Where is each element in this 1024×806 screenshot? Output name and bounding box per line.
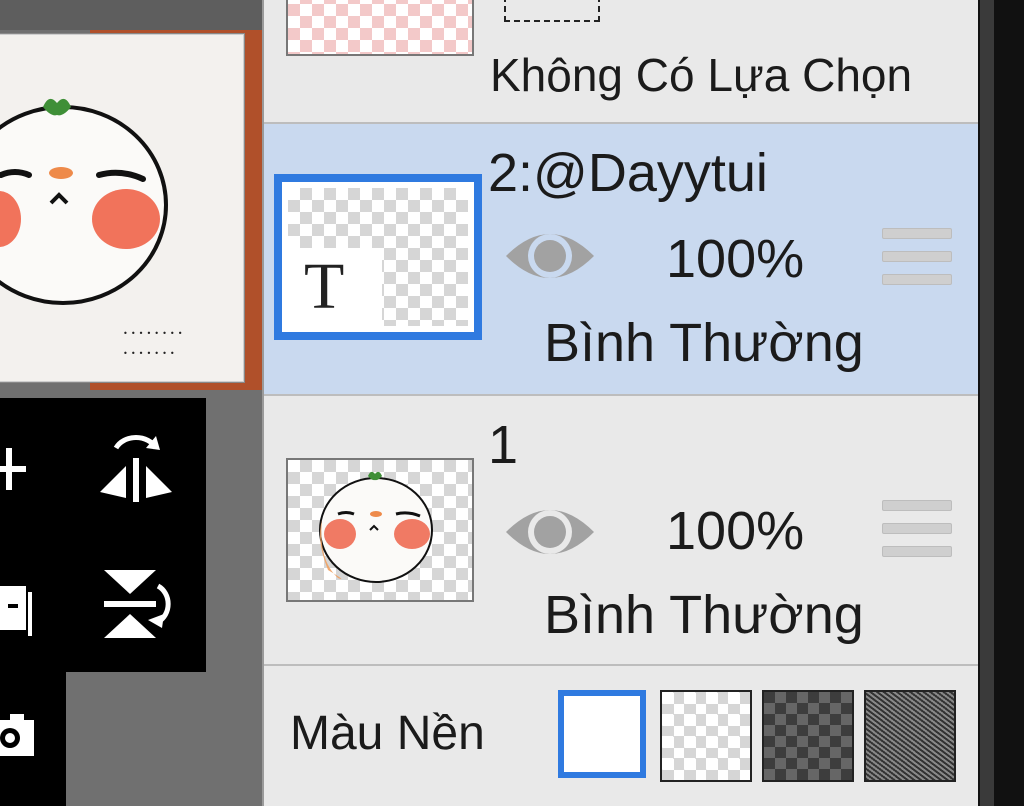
layer-thumbnail: T <box>288 188 468 326</box>
background-swatch-noise[interactable] <box>864 690 956 782</box>
layer-name: 2:@Dayytui <box>488 143 768 203</box>
tools-panel-bottom <box>0 672 66 806</box>
character-illustration <box>0 98 168 305</box>
flip-vertical-icon[interactable] <box>96 564 176 644</box>
layer-thumbnail-selected-frame[interactable]: T <box>274 174 482 340</box>
background-swatch-white[interactable] <box>558 690 646 778</box>
layer-row-2[interactable]: T 2:@Dayytui 100% Bình Thường <box>264 124 980 394</box>
canvas-top-strip <box>0 0 262 30</box>
drag-handle-icon[interactable] <box>882 500 952 569</box>
layer-row-1[interactable]: 1 100% Bình Thường <box>264 396 980 664</box>
layer-name: 1 <box>488 415 519 475</box>
layer-thumbnail <box>286 458 474 602</box>
add-layer-icon[interactable] <box>0 434 44 504</box>
blend-mode[interactable]: Bình Thường <box>544 588 864 642</box>
camera-icon[interactable] <box>0 706 40 766</box>
eye-icon[interactable] <box>502 500 598 569</box>
background-swatch-dark-checker[interactable] <box>762 690 854 782</box>
selection-marquee-icon <box>504 0 600 22</box>
layers-panel: Không Có Lựa Chọn T 2:@Dayytui 100% Bình… <box>262 0 980 806</box>
canvas-preview[interactable]: •••••••• ••••••• <box>0 34 244 382</box>
watermark-line-1: •••••••• <box>123 329 186 338</box>
eye-icon[interactable] <box>502 224 598 293</box>
drag-handle-icon[interactable] <box>882 228 952 297</box>
text-layer-glyph: T <box>304 250 345 323</box>
blend-mode[interactable]: Bình Thường <box>544 316 864 370</box>
flip-horizontal-icon[interactable] <box>96 428 176 504</box>
selection-layer-row[interactable]: Không Có Lựa Chọn <box>264 0 980 122</box>
scrollbar[interactable] <box>980 0 994 806</box>
character-thumbnail <box>319 471 433 583</box>
opacity-value[interactable]: 100% <box>666 232 804 286</box>
tools-panel <box>0 398 206 672</box>
background-color-label: Màu Nền <box>290 707 485 760</box>
selection-thumbnail <box>286 0 474 56</box>
selection-label: Không Có Lựa Chọn <box>490 49 913 101</box>
duplicate-layer-icon[interactable] <box>0 574 40 644</box>
background-swatch-transparent[interactable] <box>660 690 752 782</box>
watermark-line-2: ••••••• <box>123 349 178 358</box>
opacity-value[interactable]: 100% <box>666 504 804 558</box>
